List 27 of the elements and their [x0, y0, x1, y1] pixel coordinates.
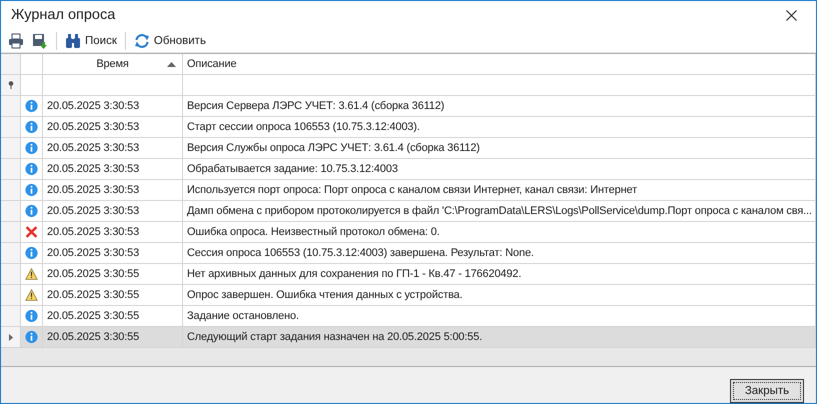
print-icon [8, 32, 24, 49]
row-header-cell[interactable] [1, 201, 21, 222]
row-header-cell[interactable] [1, 306, 21, 327]
refresh-icon [134, 32, 150, 49]
row-header-cell[interactable] [1, 138, 21, 159]
description-cell: Следующий старт задания назначен на 20.05.2025 5:00:55. [183, 327, 816, 348]
window-title: Журнал опроса [11, 7, 116, 24]
column-header[interactable]: Описание [183, 54, 816, 75]
search-button[interactable]: Поиск [62, 30, 120, 52]
row-header-cell[interactable] [1, 222, 21, 243]
save-icon [32, 32, 48, 49]
row-header-cell[interactable] [1, 327, 21, 348]
binoculars-icon [65, 32, 81, 49]
row-header-cell[interactable] [1, 243, 21, 264]
close-dialog-button[interactable]: Закрыть [730, 379, 804, 403]
row-header-cell[interactable] [1, 264, 21, 285]
row-pointer-icon [8, 334, 12, 340]
close-icon [786, 10, 796, 21]
column-header[interactable]: Время [43, 54, 183, 75]
row-header-cell[interactable] [1, 117, 21, 138]
row-header-cell[interactable] [1, 180, 21, 201]
filter-pin-icon [8, 81, 14, 89]
row-header-cell[interactable] [1, 96, 21, 117]
row-header-cell[interactable] [1, 285, 21, 306]
refresh-button[interactable]: Обновить [130, 30, 209, 52]
time-cell: 20.05.2025 3:30:55 [43, 327, 183, 348]
row-header-cell[interactable] [1, 159, 21, 180]
